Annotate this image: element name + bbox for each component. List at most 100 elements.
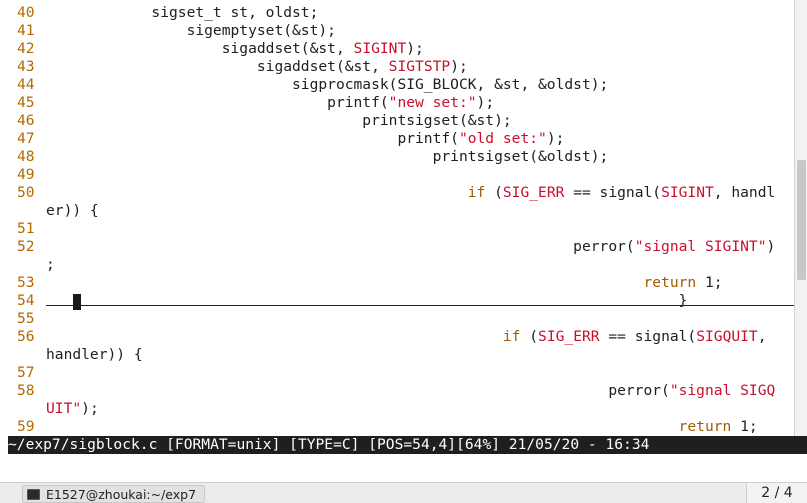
code-text: sigemptyset(&st);: [46, 22, 336, 40]
code-text: er)) {: [46, 202, 99, 220]
code-token: );: [406, 40, 424, 57]
code-text: printsigset(&st);: [46, 112, 511, 130]
code-token: "signal SIGINT": [634, 238, 767, 255]
line-number: 41: [17, 22, 35, 39]
code-token: sigaddset(&st,: [46, 58, 389, 75]
code-line: 41 sigemptyset(&st);: [8, 22, 794, 40]
code-line: 51: [8, 220, 794, 238]
code-token: return: [46, 274, 697, 291]
code-token: printsigset(&oldst);: [46, 148, 609, 165]
code-token: (: [520, 328, 539, 345]
code-text: perror("signal SIGINT"): [46, 238, 775, 256]
code-line: 52 perror("signal SIGINT"): [8, 238, 794, 256]
taskbar-window-button[interactable]: E1527@zhoukai:~/exp7: [22, 485, 206, 503]
code-token: "signal SIGQ: [669, 382, 776, 399]
code-text: handler)) {: [46, 346, 143, 364]
code-line: 45 printf("new set:");: [8, 94, 794, 112]
workspace-indicator[interactable]: 2 / 4: [746, 483, 807, 503]
code-token: (: [485, 184, 503, 201]
code-line: er)) {: [8, 202, 794, 220]
code-token: SIGQUIT: [696, 328, 758, 345]
code-line: 53 return 1;: [8, 274, 794, 292]
line-number: 54: [17, 292, 35, 309]
code-text: perror("signal SIGQ: [46, 382, 775, 400]
code-token: SIGINT: [661, 184, 714, 201]
code-line: 54 }: [8, 292, 794, 310]
code-token: printf(: [46, 94, 389, 111]
terminal-window[interactable]: 40 sigset_t st, oldst; 41 sigemptyset(&st…: [0, 0, 807, 482]
line-number: 44: [17, 76, 35, 93]
code-token: == signal(: [599, 328, 697, 345]
line-number: 52: [17, 238, 35, 255]
code-line: 59 return 1;: [8, 418, 794, 436]
code-token: );: [450, 58, 468, 75]
code-token: 1;: [731, 418, 758, 435]
code-token: sigemptyset(&st);: [46, 22, 336, 39]
code-text: printsigset(&oldst);: [46, 148, 609, 166]
code-line: 48 printsigset(&oldst);: [8, 148, 794, 166]
line-number: 40: [17, 4, 35, 21]
code-token: perror(: [46, 382, 670, 399]
line-number: 48: [17, 148, 35, 165]
text-cursor: [73, 294, 81, 310]
line-number: 57: [17, 364, 35, 381]
code-line: ;: [8, 256, 794, 274]
code-token: UIT": [46, 400, 82, 417]
line-number: 50: [17, 184, 35, 201]
code-text: sigset_t st, oldst;: [46, 4, 318, 22]
terminal-icon: [27, 488, 40, 500]
code-token: sigaddset(&st,: [46, 40, 354, 57]
line-number: 46: [17, 112, 35, 129]
code-text: printf("new set:");: [46, 94, 494, 112]
line-number: 51: [17, 220, 35, 237]
code-text: return 1;: [46, 274, 723, 292]
line-number: 43: [17, 58, 35, 75]
code-text: sigprocmask(SIG_BLOCK, &st, &oldst);: [46, 76, 608, 94]
line-number: 42: [17, 40, 35, 57]
scrollbar-thumb[interactable]: [797, 160, 806, 280]
code-token: ): [766, 238, 776, 255]
code-token: if: [46, 328, 521, 345]
code-text: sigaddset(&st, SIGTSTP);: [46, 58, 468, 76]
code-line: 50 if (SIG_ERR == signal(SIGINT, handl: [8, 184, 794, 202]
vertical-scrollbar[interactable]: [794, 0, 807, 436]
code-editor[interactable]: 40 sigset_t st, oldst; 41 sigemptyset(&st…: [8, 4, 794, 436]
code-text: ;: [46, 256, 55, 274]
vim-status-line: ~/exp7/sigblock.c [FORMAT=unix] [TYPE=C]…: [8, 436, 807, 454]
code-token: SIGINT: [353, 40, 407, 57]
code-line: handler)) {: [8, 346, 794, 364]
code-line: 49: [8, 166, 794, 184]
code-line: 43 sigaddset(&st, SIGTSTP);: [8, 58, 794, 76]
code-line: 42 sigaddset(&st, SIGINT);: [8, 40, 794, 58]
code-token: handler)) {: [46, 346, 143, 363]
cursor-line-indicator: [46, 305, 794, 306]
code-line: UIT");: [8, 400, 794, 418]
code-line: 57: [8, 364, 794, 382]
code-text: }: [46, 292, 688, 310]
code-token: SIGTSTP: [388, 58, 451, 75]
line-number: 53: [17, 274, 35, 291]
taskbar-window-label: E1527@zhoukai:~/exp7: [46, 486, 197, 502]
code-token: er)) {: [46, 202, 99, 219]
code-token: );: [546, 130, 565, 147]
code-text: if (SIG_ERR == signal(SIGQUIT,: [46, 328, 767, 346]
line-number: 55: [17, 310, 35, 327]
code-token: ;: [46, 256, 55, 273]
code-token: "new set:": [388, 94, 477, 111]
line-number: 56: [17, 328, 35, 345]
code-text: printf("old set:");: [46, 130, 564, 148]
code-text: if (SIG_ERR == signal(SIGINT, handl: [46, 184, 776, 202]
line-number: 49: [17, 166, 35, 183]
line-number: 58: [17, 382, 35, 399]
code-token: == signal(: [564, 184, 662, 201]
code-text: UIT");: [46, 400, 99, 418]
code-token: perror(: [46, 238, 635, 255]
code-token: );: [476, 94, 495, 111]
code-token: 1;: [696, 274, 723, 291]
line-number: 59: [17, 418, 35, 435]
code-text: sigaddset(&st, SIGINT);: [46, 40, 424, 58]
code-token: ,: [757, 328, 767, 345]
code-line: 56 if (SIG_ERR == signal(SIGQUIT,: [8, 328, 794, 346]
line-number: 45: [17, 94, 35, 111]
taskbar: E1527@zhoukai:~/exp7 2 / 4: [0, 482, 807, 503]
